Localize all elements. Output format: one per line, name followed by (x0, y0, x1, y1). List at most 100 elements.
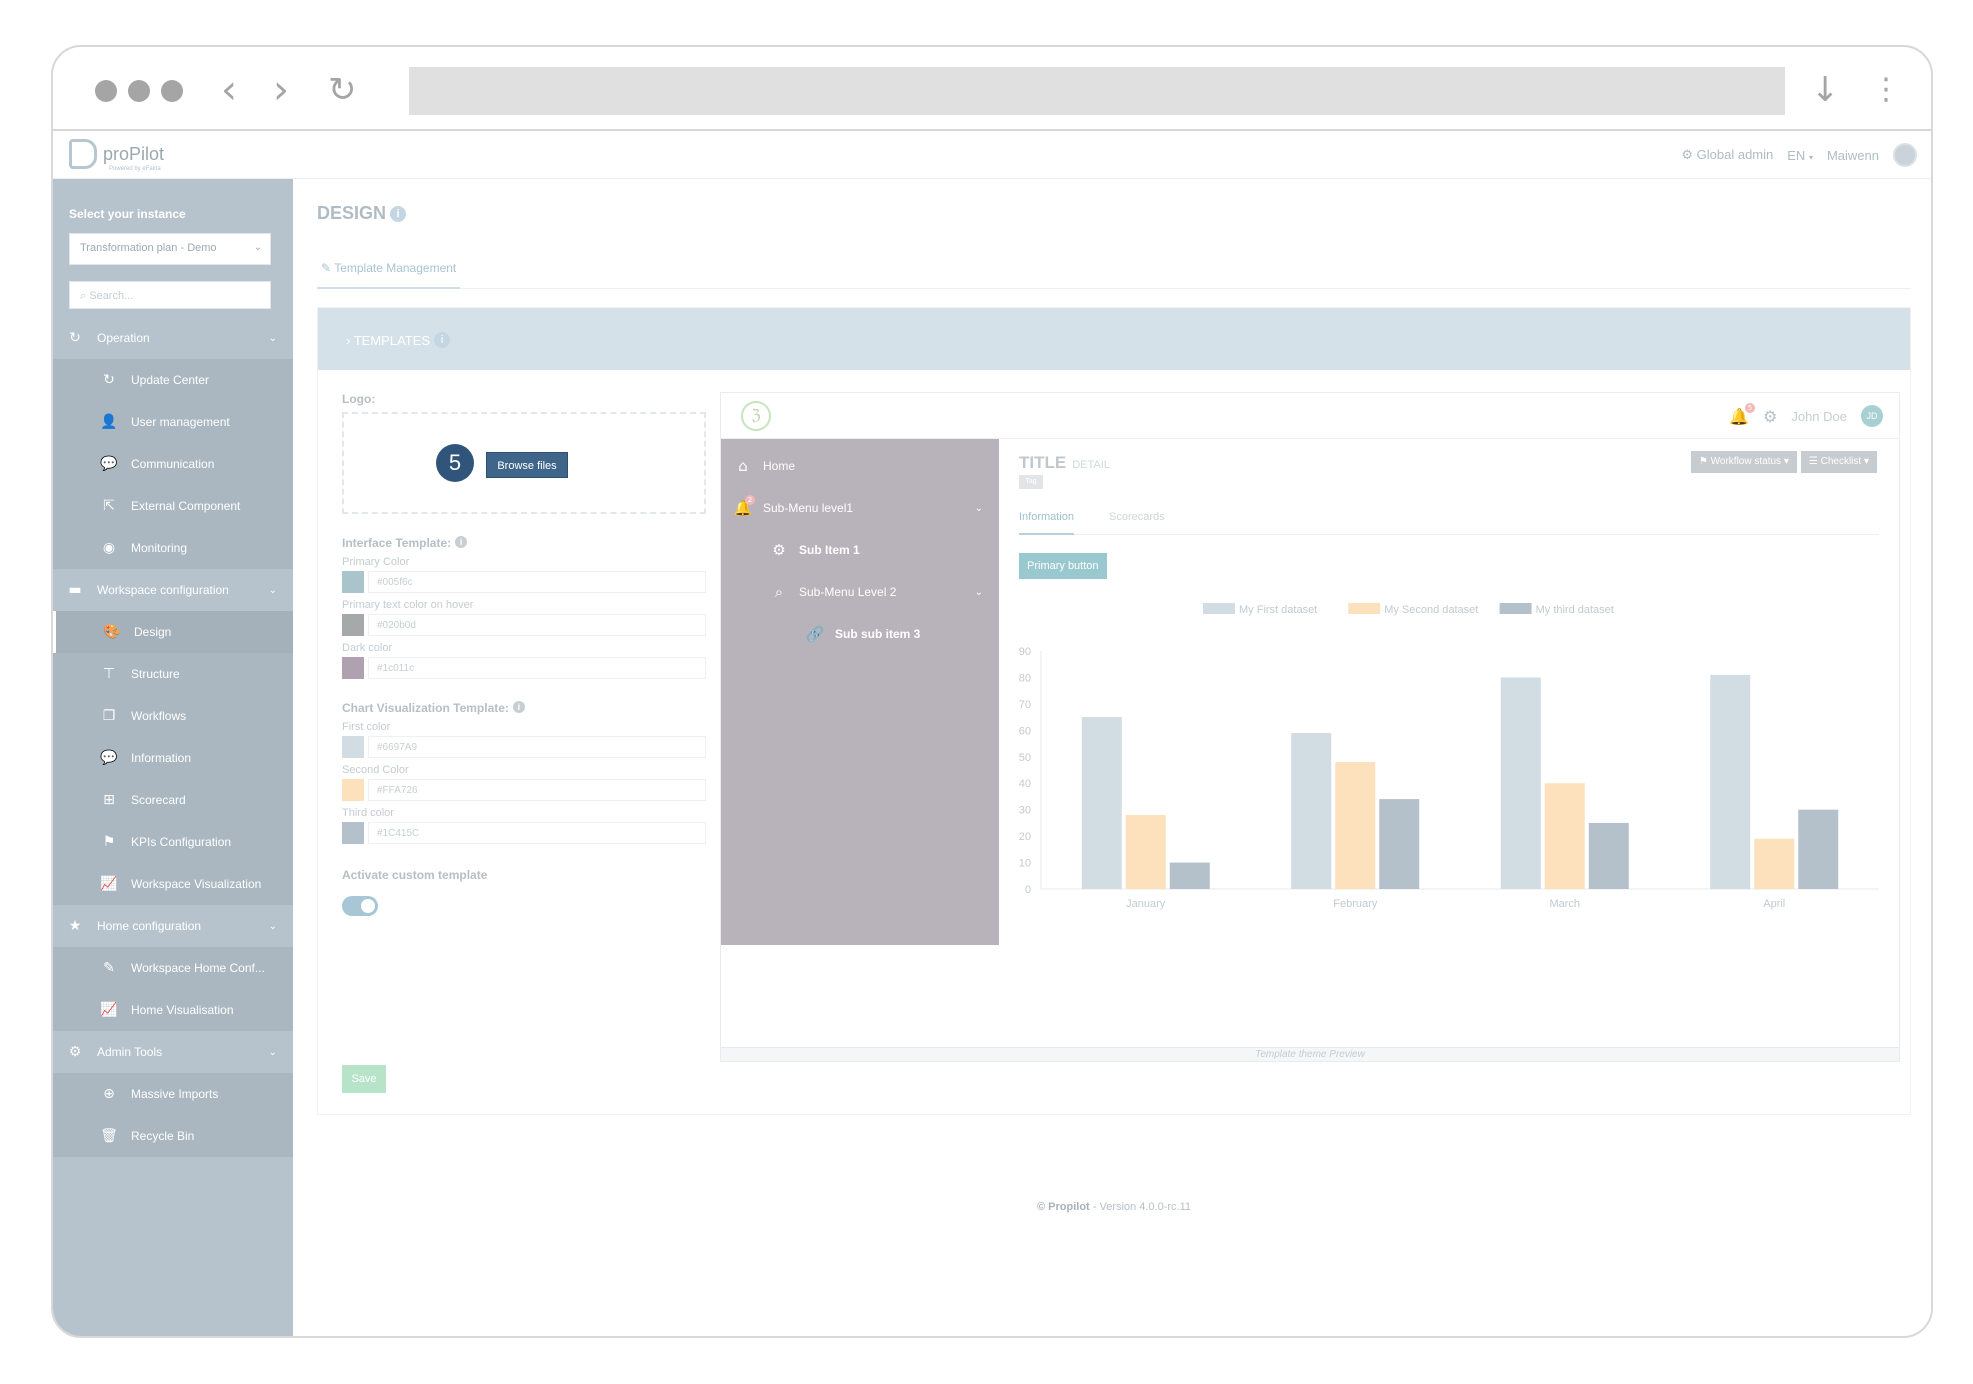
sidebar-item-recycle-bin[interactable]: 🗑 Recycle Bin (53, 1115, 293, 1157)
color-swatch[interactable] (342, 822, 364, 844)
save-button[interactable]: Save (342, 1065, 386, 1093)
color-input[interactable]: #005f6c (368, 571, 706, 593)
instance-select[interactable]: Transformation plan - Demo ⌄ (69, 233, 271, 265)
sidebar-item-structure[interactable]: ⊤ Structure (53, 653, 293, 695)
role-label: Global admin (1696, 147, 1774, 162)
browse-files-button[interactable]: Browse files (486, 452, 568, 478)
primary-button[interactable]: Primary button (1019, 553, 1107, 579)
logo-dropzone[interactable]: 5 Browse files (342, 412, 706, 514)
gear-icon[interactable]: ⚙ (1763, 407, 1777, 426)
color-input[interactable]: #1c011c (368, 657, 706, 679)
color-input[interactable]: #1C415C (368, 822, 706, 844)
chevron-down-icon[interactable]: ⌄ (269, 921, 277, 932)
workflow-status-button[interactable]: ⚑ Workflow status ▾ (1690, 451, 1797, 473)
preview-menu-label: Sub-Menu level1 (763, 501, 854, 515)
color-input[interactable]: #6697A9 (368, 736, 706, 758)
preview-avatar[interactable]: JD (1861, 405, 1883, 427)
chevron-down-icon[interactable]: ⌄ (975, 587, 983, 598)
color-input[interactable]: #020b0d (368, 614, 706, 636)
preview-menu-item[interactable]: ⌕ Sub-Menu Level 2 ⌄ (721, 571, 999, 613)
color-swatch[interactable] (342, 779, 364, 801)
activate-toggle[interactable] (342, 896, 378, 916)
window-dot[interactable] (95, 80, 117, 102)
info-icon[interactable]: i (512, 701, 525, 713)
instance-value: Transformation plan - Demo (80, 242, 217, 254)
sidebar-item-kpis-configuration[interactable]: ⚑ KPIs Configuration (53, 821, 293, 863)
color-row: #1C415C (342, 822, 706, 844)
back-icon[interactable]: ‹ (221, 65, 237, 115)
tab-information[interactable]: Information (1019, 511, 1075, 535)
download-icon[interactable]: ↓ (1811, 65, 1840, 115)
info-icon[interactable]: i (390, 206, 407, 222)
preview-tag: Tag (1019, 475, 1043, 489)
chart-svg: 0 10 20 30 40 50 60 70 80 90 My First dataset My Se… (1019, 603, 1879, 910)
app-logo[interactable]: proPilot Powered by eFakta (69, 139, 165, 172)
preview-menu-item[interactable]: ⌂ Home (721, 445, 999, 487)
color-swatch[interactable] (342, 571, 364, 593)
menu-kebab-icon[interactable]: ⋮ (1871, 65, 1901, 115)
sidebar-item-home-configuration[interactable]: ★ Home configuration ⌄ (53, 905, 293, 947)
chevron-down-icon[interactable]: ⌄ (975, 503, 983, 514)
sidebar-item-massive-imports[interactable]: ⊕ Massive Imports (53, 1073, 293, 1115)
sidebar-item-external-component[interactable]: ⇱ External Component (53, 485, 293, 527)
sidebar-item-update-center[interactable]: ↻ Update Center (53, 359, 293, 401)
y-tick-label: 70 (1019, 699, 1031, 711)
window-dot[interactable] (161, 80, 183, 102)
color-swatch[interactable] (342, 736, 364, 758)
window-dot[interactable] (128, 80, 150, 102)
sidebar-item-monitoring[interactable]: ◉ Monitoring (53, 527, 293, 569)
color-swatch[interactable] (342, 657, 364, 679)
y-tick-label: 10 (1019, 858, 1031, 870)
color-input[interactable]: #FFA726 (368, 779, 706, 801)
tab-template-management[interactable]: ✎ Template Management (317, 261, 461, 289)
sidebar-item-workspace-visualization[interactable]: 📈 Workspace Visualization (53, 863, 293, 905)
language-dropdown[interactable]: EN ▾ (1787, 148, 1813, 163)
preview-menu-item[interactable]: 🔗 Sub sub item 3 (721, 613, 999, 655)
preview-menu-item[interactable]: 🔔 2 Sub-Menu level1 ⌄ (721, 487, 999, 529)
sidebar-item-workspace-home-conf[interactable]: ✎ Workspace Home Conf... (53, 947, 293, 989)
user-name[interactable]: Maiwenn (1827, 148, 1879, 163)
templates-title: TEMPLATES (353, 333, 431, 348)
bar (1169, 862, 1210, 889)
bell-icon[interactable]: 🔔 5 (1729, 402, 1755, 426)
sidebar-item-operation[interactable]: ↻ Operation ⌄ (53, 317, 293, 359)
chart-line-icon: 📈 (100, 876, 118, 892)
sidebar-item-design[interactable]: 🎨 Design (53, 611, 293, 653)
external-link-icon: ⇱ (103, 498, 115, 514)
page-title-text: DESIGN (317, 203, 387, 223)
info-icon[interactable]: i (455, 536, 468, 548)
avatar[interactable] (1893, 143, 1917, 167)
sidebar-item-information[interactable]: 💬 Information (53, 737, 293, 779)
chevron-down-icon[interactable]: ⌄ (269, 1047, 277, 1058)
sidebar-item-home-visualisation[interactable]: 📈 Home Visualisation (53, 989, 293, 1031)
sidebar-item-label: Scorecard (131, 793, 186, 807)
notification-badge: 2 (745, 495, 755, 505)
address-bar[interactable] (409, 67, 1785, 115)
templates-header[interactable]: › TEMPLATES i (318, 308, 1910, 370)
preview-user-name[interactable]: John Doe (1791, 409, 1847, 424)
sidebar-item-communication[interactable]: 💬 Communication (53, 443, 293, 485)
sidebar-search-input[interactable]: ⌕ Search... (69, 281, 271, 309)
bell-icon: 🔔 2 (733, 495, 755, 517)
forward-icon[interactable]: › (273, 65, 289, 115)
sidebar-item-workflows[interactable]: ❐ Workflows (53, 695, 293, 737)
sidebar-item-admin-tools[interactable]: ⚙ Admin Tools ⌄ (53, 1031, 293, 1073)
chevron-down-icon[interactable]: ⌄ (269, 585, 277, 596)
preview-caption: Template theme Preview (721, 1047, 1899, 1061)
chart-colors: First color #6697A9 Second Color #FFA726 Thi… (342, 721, 706, 844)
tab-scorecards[interactable]: Scorecards (1109, 511, 1165, 535)
bar (1754, 838, 1795, 889)
sidebar-item-workspace-configuration[interactable]: ▬ Workspace configuration ⌄ (53, 569, 293, 611)
sidebar-item-user-management[interactable]: 👤 User management (53, 401, 293, 443)
checklist-button[interactable]: ☰ Checklist ▾ (1800, 451, 1877, 473)
global-admin-link[interactable]: ⚙ Global admin (1681, 147, 1773, 163)
preview-menu-item[interactable]: ⚙ Sub Item 1 (721, 529, 999, 571)
brand-name: proPilot (103, 143, 165, 164)
color-swatch[interactable] (342, 614, 364, 636)
sidebar-item-scorecard[interactable]: ⊞ Scorecard (53, 779, 293, 821)
info-icon[interactable]: i (434, 332, 451, 348)
sidebar-item-label: External Component (131, 499, 241, 513)
chevron-down-icon[interactable]: ⌄ (269, 333, 277, 344)
sidebar-item-label: KPIs Configuration (131, 835, 232, 849)
reload-icon[interactable]: ↻ (328, 65, 357, 115)
